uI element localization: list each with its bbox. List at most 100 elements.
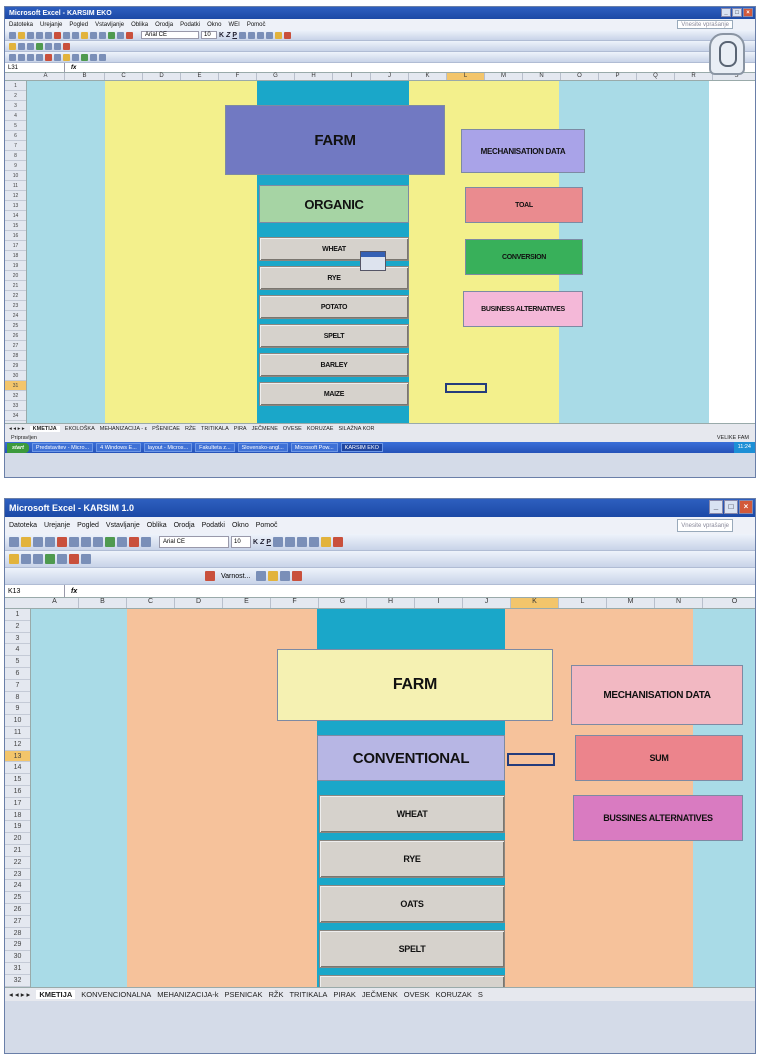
row-header[interactable]: 19 — [5, 821, 30, 834]
row-header[interactable]: 17 — [5, 798, 30, 810]
combobox-icon[interactable] — [63, 53, 70, 61]
column-header[interactable]: M — [485, 73, 523, 80]
groupbox-icon[interactable] — [18, 53, 25, 61]
sheet-tab[interactable]: SILAŽNA KOR — [338, 426, 374, 432]
close-icon[interactable]: × — [743, 8, 753, 17]
label-icon[interactable] — [9, 53, 16, 61]
taskbar-item[interactable]: Predstavitev - Micro... — [31, 443, 94, 452]
tool-icon[interactable] — [33, 554, 43, 564]
name-box[interactable]: L31 — [5, 63, 65, 72]
column-header[interactable]: B — [79, 598, 127, 608]
menu-item[interactable]: Vstavljanje — [106, 522, 140, 529]
row-header[interactable]: 21 — [5, 281, 26, 291]
office-assistant-clip-icon[interactable] — [709, 33, 745, 75]
sheet-tab[interactable]: PŠENICAE — [152, 426, 180, 432]
row-header[interactable]: 26 — [5, 904, 30, 916]
sheet-tab[interactable]: RŽE — [185, 426, 196, 432]
row-header[interactable]: 17 — [5, 241, 26, 251]
crop-button[interactable]: POTATO — [259, 295, 409, 319]
taskbar-item[interactable]: Microsoft Pow... — [290, 443, 338, 452]
tool-icon[interactable] — [45, 42, 52, 50]
sheet-tab[interactable]: KORUZAE — [307, 426, 334, 432]
sheet-tab[interactable]: KORUZAK — [436, 990, 472, 999]
checkbox-icon[interactable] — [36, 53, 43, 61]
fill-color-icon[interactable] — [275, 31, 283, 39]
row-header[interactable]: 22 — [5, 857, 30, 869]
align-right-icon[interactable] — [257, 31, 265, 39]
conversion-button[interactable]: CONVERSION — [465, 239, 583, 275]
row-header[interactable]: 1 — [5, 81, 26, 91]
column-header[interactable]: R — [675, 73, 713, 80]
taskbar-item[interactable]: Slovensko-angl... — [237, 443, 288, 452]
business-alternatives-button[interactable]: BUSINESS ALTERNATIVES — [463, 291, 583, 327]
tab-nav-arrows-icon[interactable]: ◂ ◂ ▸ ▸ — [9, 990, 30, 999]
tool-icon[interactable] — [36, 42, 43, 50]
autosum-icon[interactable] — [108, 31, 115, 39]
preview-icon[interactable] — [45, 31, 52, 39]
column-header[interactable]: J — [371, 73, 409, 80]
sheet-tab[interactable]: KMETIJA — [29, 425, 60, 432]
row-header[interactable]: 16 — [5, 231, 26, 241]
business-alternatives-button[interactable]: BUSSINES ALTERNATIVES — [573, 795, 743, 841]
row-header[interactable]: 7 — [5, 680, 30, 692]
row-header[interactable]: 31 — [5, 381, 26, 391]
row-header[interactable]: 11 — [5, 727, 30, 739]
crop-button[interactable]: RYE — [259, 266, 409, 290]
row-header[interactable]: 30 — [5, 951, 30, 963]
tool-icon[interactable] — [54, 42, 61, 50]
spinner-icon[interactable] — [81, 53, 88, 61]
farm-box[interactable]: FARM — [225, 105, 445, 175]
row-header[interactable]: 31 — [5, 963, 30, 975]
fx-icon[interactable]: fx — [65, 588, 77, 595]
sheet-tab[interactable]: EKOLOŠKA — [65, 426, 95, 432]
menu-item[interactable]: Okno — [232, 522, 249, 529]
tool-icon[interactable] — [45, 554, 55, 564]
column-header[interactable]: O — [561, 73, 599, 80]
fx-icon[interactable]: fx — [65, 65, 76, 71]
row-header[interactable]: 10 — [5, 171, 26, 181]
menu-item[interactable]: Urejanje — [44, 522, 70, 529]
row-header[interactable]: 32 — [5, 975, 30, 987]
cut-icon[interactable] — [63, 31, 70, 39]
row-header[interactable]: 3 — [5, 633, 30, 645]
tool-icon[interactable] — [69, 554, 79, 564]
crop-button[interactable]: BARLEY — [259, 353, 409, 377]
row-header[interactable]: 27 — [5, 916, 30, 928]
autosum-icon[interactable] — [105, 537, 115, 547]
listbox-icon[interactable] — [54, 53, 61, 61]
sort-icon[interactable] — [117, 537, 127, 547]
redo-icon[interactable] — [99, 31, 106, 39]
menu-item[interactable]: Orodja — [155, 22, 173, 28]
align-left-icon[interactable] — [239, 31, 247, 39]
open-folder-icon[interactable] — [21, 537, 31, 547]
italic-icon[interactable]: Z — [260, 539, 264, 546]
chart-icon[interactable] — [126, 31, 133, 39]
row-header[interactable]: 14 — [5, 211, 26, 221]
copy-icon[interactable] — [69, 537, 79, 547]
align-right-icon[interactable] — [297, 537, 308, 547]
row-header[interactable]: 23 — [5, 301, 26, 311]
underline-icon[interactable]: P — [232, 32, 237, 39]
sheet-tab[interactable]: OVESE — [283, 426, 302, 432]
name-box[interactable]: K13 — [5, 585, 65, 597]
column-header[interactable]: P — [599, 73, 637, 80]
print-icon[interactable] — [36, 31, 43, 39]
row-header[interactable]: 24 — [5, 311, 26, 321]
font-select[interactable]: Arial CE — [141, 31, 199, 39]
merge-icon[interactable] — [309, 537, 320, 547]
row-header[interactable]: 8 — [5, 151, 26, 161]
align-left-icon[interactable] — [273, 537, 284, 547]
spelling-icon[interactable] — [57, 537, 67, 547]
row-header[interactable]: 12 — [5, 739, 30, 751]
column-header[interactable]: A — [27, 73, 65, 80]
total-button[interactable]: TOAL — [465, 187, 583, 223]
column-header[interactable]: F — [219, 73, 257, 80]
row-header[interactable]: 5 — [5, 656, 30, 668]
sheet-tab[interactable]: S — [478, 990, 483, 999]
undo-icon[interactable] — [90, 31, 97, 39]
font-size-select[interactable]: 10 — [231, 536, 251, 548]
tool-icon[interactable] — [268, 571, 279, 581]
column-header[interactable]: K — [511, 598, 559, 608]
maximize-icon[interactable]: □ — [724, 500, 738, 514]
column-header[interactable]: G — [319, 598, 367, 608]
